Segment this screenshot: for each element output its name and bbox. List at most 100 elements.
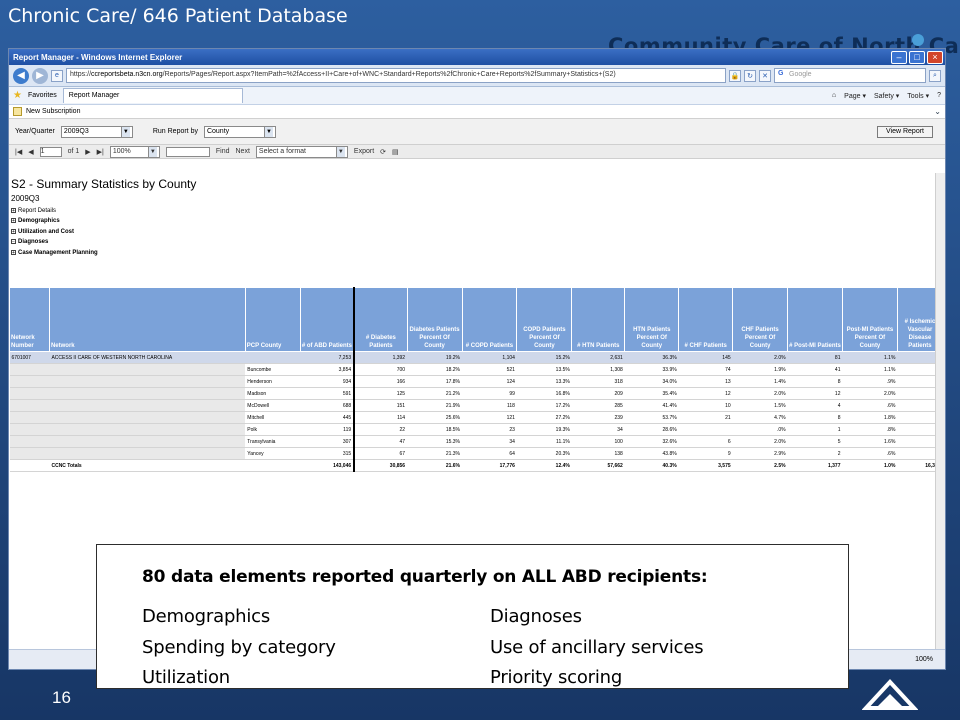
table-cell: Mitchell bbox=[245, 411, 301, 424]
lock-icon[interactable]: 🔒 bbox=[729, 69, 741, 82]
print-icon[interactable]: ▤ bbox=[392, 148, 399, 156]
new-subscription-link[interactable]: New Subscription bbox=[26, 108, 80, 115]
collapse-chevron-icon[interactable]: ⌄ bbox=[934, 107, 941, 116]
table-cell: 16.8% bbox=[516, 387, 572, 400]
expand-icon[interactable]: + bbox=[11, 218, 16, 224]
back-icon[interactable]: ◀ bbox=[13, 67, 29, 84]
maximize-button[interactable]: □ bbox=[909, 50, 925, 64]
vertical-scrollbar[interactable] bbox=[935, 173, 945, 651]
command-tools[interactable]: Tools ▾ bbox=[907, 92, 929, 100]
table-cell: 3,854 bbox=[300, 363, 356, 376]
expand-icon[interactable]: + bbox=[11, 228, 16, 234]
section-toggle[interactable]: − Diagnoses bbox=[11, 237, 98, 247]
view-report-button[interactable]: View Report bbox=[876, 125, 933, 138]
table-cell: 47 bbox=[354, 435, 408, 448]
window-titlebar: Report Manager - Windows Internet Explor… bbox=[9, 49, 945, 65]
table-cell: 2.0% bbox=[732, 351, 788, 364]
table-cell: .0% bbox=[732, 423, 788, 436]
callout-item: Demographics bbox=[142, 606, 271, 627]
find-input[interactable] bbox=[165, 146, 210, 157]
search-input[interactable]: Google bbox=[774, 68, 926, 83]
next-link[interactable]: Next bbox=[236, 148, 250, 155]
report-section-tree: + Report Details + Demographics + Utilization… bbox=[11, 206, 98, 258]
section-toggle[interactable]: + Utilization and Cost bbox=[11, 227, 98, 237]
table-cell bbox=[245, 351, 301, 364]
next-page-icon[interactable]: ▶ bbox=[85, 148, 90, 156]
section-toggle[interactable]: + Demographics bbox=[11, 216, 98, 226]
callout-item: Priority scoring bbox=[490, 667, 623, 688]
column-header: # Diabetes Patients bbox=[353, 287, 408, 352]
command-page[interactable]: Page ▾ bbox=[844, 92, 866, 100]
subscription-icon bbox=[13, 107, 22, 116]
command-safety[interactable]: Safety ▾ bbox=[874, 92, 899, 100]
refresh-report-icon[interactable]: ⟳ bbox=[380, 148, 386, 156]
table-cell: 99 bbox=[462, 387, 517, 400]
table-cell: 30,856 bbox=[354, 459, 408, 472]
tab-report-manager[interactable]: Report Manager bbox=[62, 88, 243, 103]
minimize-button[interactable]: – bbox=[891, 50, 907, 64]
year-quarter-select[interactable]: 2009Q3 ▼ bbox=[60, 125, 133, 138]
favorites-star-icon[interactable]: ★ bbox=[13, 90, 22, 101]
table-cell: 138 bbox=[571, 447, 625, 460]
favorites-button[interactable]: Favorites bbox=[28, 92, 57, 99]
column-header: Network bbox=[48, 287, 246, 352]
forward-icon[interactable]: ▶ bbox=[32, 67, 48, 84]
table-cell: .6% bbox=[842, 447, 898, 460]
home-icon[interactable]: ⌂ bbox=[832, 92, 836, 100]
favorites-bar: ★ Favorites Report Manager ⌂ Page ▾ Safe… bbox=[9, 87, 945, 105]
table-cell bbox=[9, 435, 50, 448]
refresh-icon[interactable]: ↻ bbox=[744, 69, 756, 82]
table-cell: 239 bbox=[571, 411, 625, 424]
table-cell: 2.5% bbox=[732, 459, 788, 472]
table-cell: 34 bbox=[462, 435, 517, 448]
stop-icon[interactable]: ✕ bbox=[759, 69, 771, 82]
table-cell: 2.0% bbox=[732, 435, 788, 448]
help-icon[interactable]: ? bbox=[937, 92, 941, 100]
expand-icon[interactable]: + bbox=[11, 207, 16, 213]
table-cell: 32.6% bbox=[624, 435, 679, 448]
zoom-level[interactable]: 100% bbox=[915, 656, 933, 663]
column-header: # CHF Patients bbox=[678, 287, 734, 352]
format-select[interactable]: Select a format ▼ bbox=[255, 145, 348, 158]
table-row: Madison 591 125 21.2% 99 16.8% 209 35.4% 12 2.0% 1… bbox=[9, 387, 943, 400]
table-cell: 23 bbox=[462, 423, 517, 436]
table-cell: 10 bbox=[678, 399, 733, 412]
section-toggle[interactable]: + Report Details bbox=[11, 206, 98, 216]
table-cell: 19.2% bbox=[407, 351, 463, 364]
table-cell: 12 bbox=[678, 387, 733, 400]
table-cell bbox=[9, 423, 50, 436]
collapse-icon[interactable]: − bbox=[11, 239, 16, 245]
search-icon[interactable]: ⌕ bbox=[929, 69, 941, 82]
chevron-down-icon: ▼ bbox=[120, 126, 130, 137]
table-cell: 1,104 bbox=[462, 351, 517, 364]
last-page-icon[interactable]: ▶| bbox=[97, 148, 104, 156]
callout-item: Use of ancillary services bbox=[490, 637, 704, 658]
column-header: # of ABD Patients bbox=[299, 287, 356, 352]
prev-page-icon[interactable]: ◀ bbox=[28, 148, 33, 156]
first-page-icon[interactable]: |◀ bbox=[15, 148, 22, 156]
url-input[interactable]: https://ccreportsbeta.n3cn.org/Reports/P… bbox=[66, 68, 726, 83]
table-cell: 209 bbox=[571, 387, 625, 400]
find-link[interactable]: Find bbox=[216, 148, 230, 155]
zoom-select[interactable]: 100% ▼ bbox=[109, 145, 160, 158]
export-link[interactable]: Export bbox=[354, 148, 374, 155]
table-cell: 151 bbox=[354, 399, 408, 412]
table-cell: 53.7% bbox=[624, 411, 679, 424]
table-cell: 13 bbox=[678, 375, 733, 388]
expand-icon[interactable]: + bbox=[11, 249, 16, 255]
table-cell: 1.6% bbox=[842, 435, 898, 448]
section-toggle[interactable]: + Case Management Planning bbox=[11, 248, 98, 258]
run-by-select[interactable]: County ▼ bbox=[203, 125, 276, 138]
table-cell: 6701007 bbox=[9, 351, 50, 364]
table-cell bbox=[9, 375, 50, 388]
close-button[interactable]: × bbox=[927, 50, 943, 64]
table-cell bbox=[49, 387, 246, 400]
column-header: HTN Patients Percent Of County bbox=[624, 287, 680, 352]
page-number-input[interactable]: 1 bbox=[39, 146, 62, 157]
table-cell: 21.3% bbox=[407, 447, 463, 460]
table-cell: 34 bbox=[571, 423, 625, 436]
table-cell: 100 bbox=[571, 435, 625, 448]
table-cell: 40.3% bbox=[624, 459, 679, 472]
column-header: # Post-MI Patients bbox=[787, 287, 843, 352]
table-cell: .8% bbox=[842, 423, 898, 436]
